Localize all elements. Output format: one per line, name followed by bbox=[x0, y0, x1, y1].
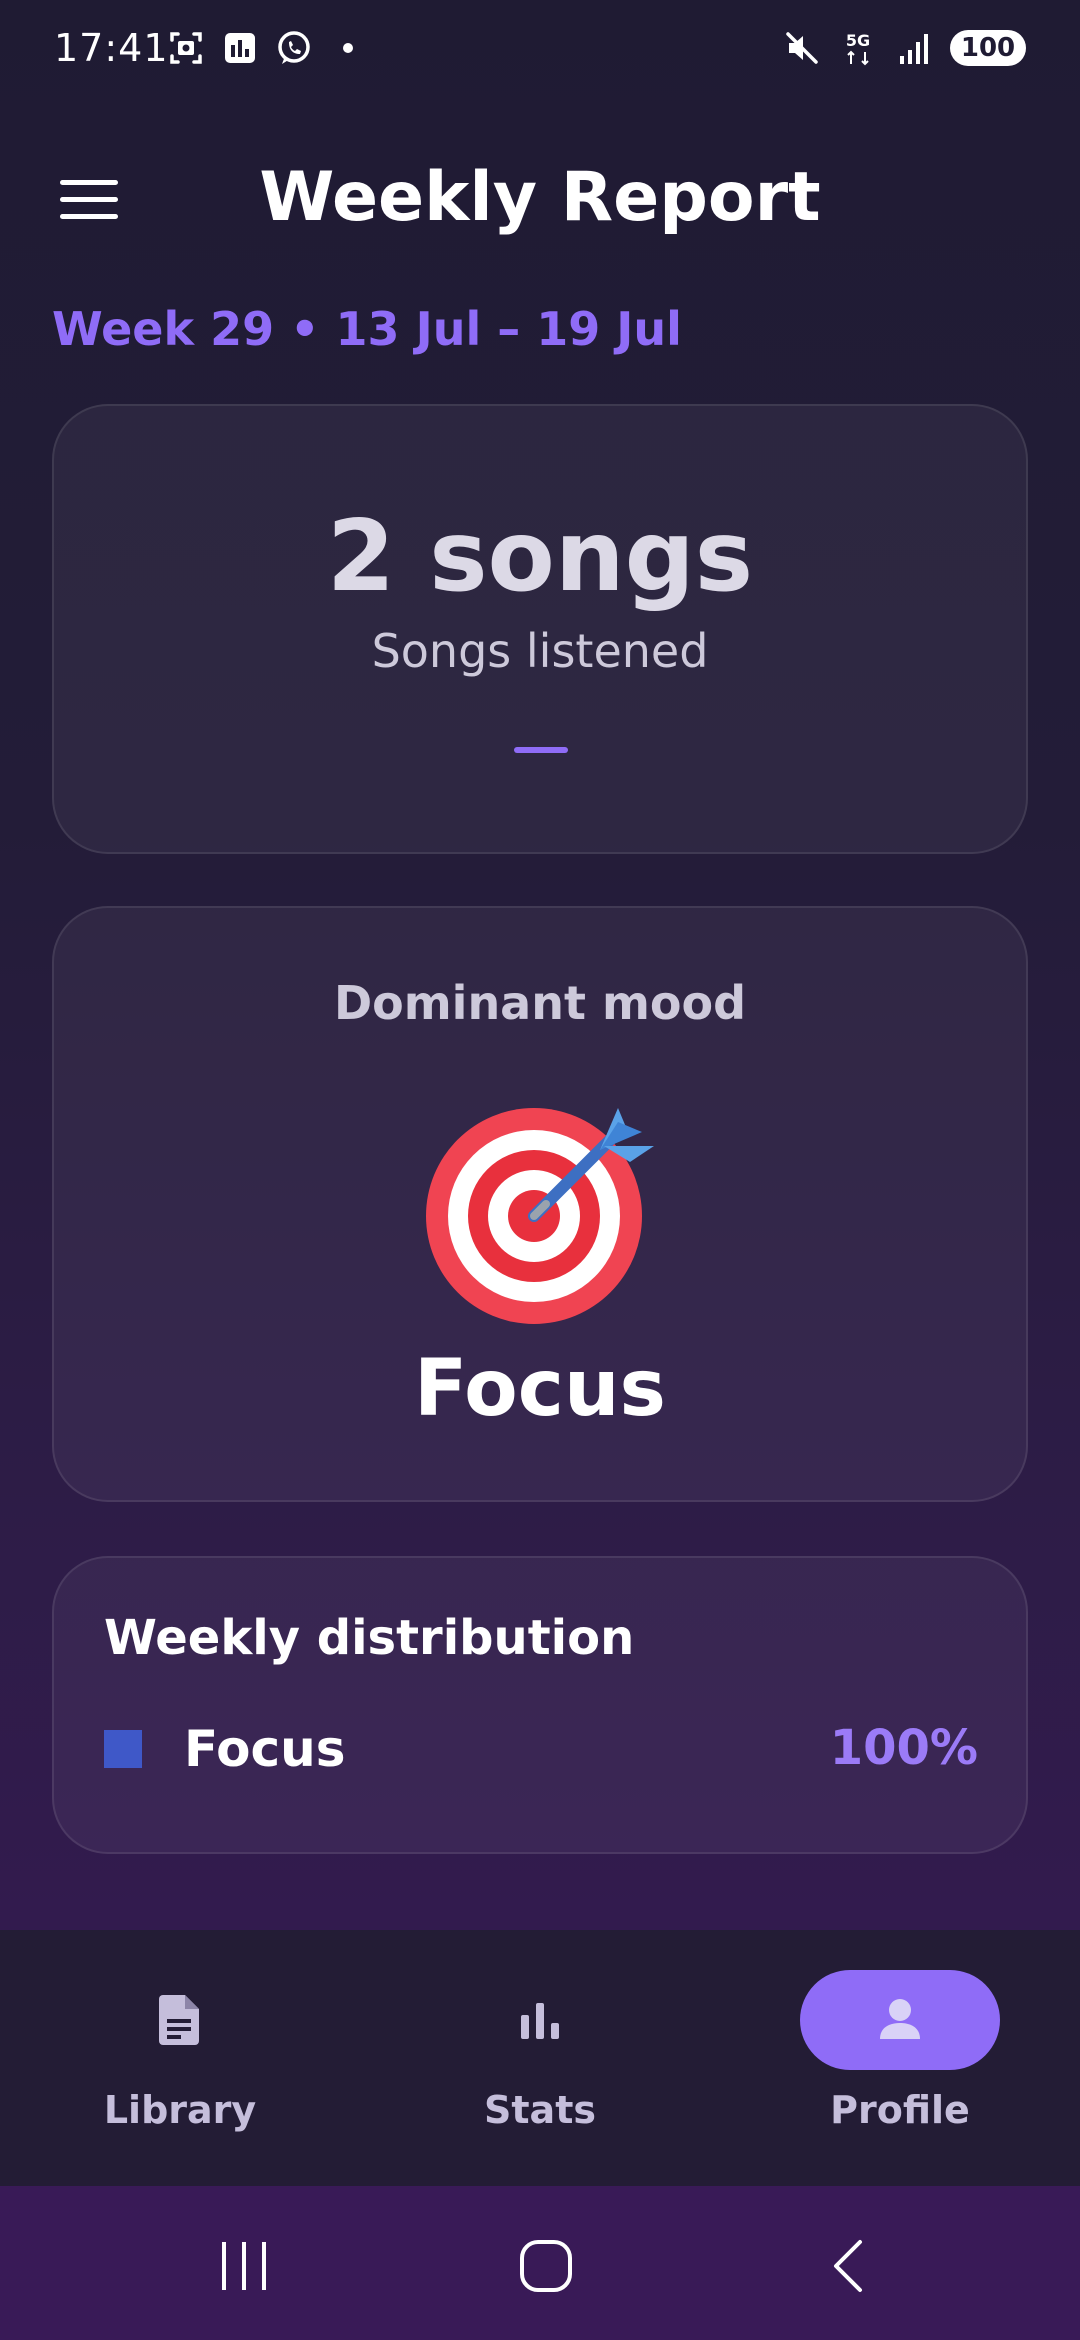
battery-icon: 100 bbox=[950, 30, 1026, 66]
songs-count: 2 songs bbox=[326, 500, 754, 614]
songs-listened-label: Songs listened bbox=[371, 624, 709, 678]
bar-chart-icon bbox=[521, 2003, 559, 2039]
page-title: Weekly Report bbox=[259, 158, 821, 237]
dominant-mood-card: Dominant mood Focus bbox=[52, 906, 1028, 1502]
status-time: 17:41 bbox=[54, 26, 169, 70]
document-icon bbox=[159, 1995, 199, 2045]
nav-label-library: Library bbox=[103, 2088, 257, 2132]
weekly-distribution-title: Weekly distribution bbox=[104, 1610, 635, 1666]
whatsapp-icon bbox=[278, 31, 310, 64]
nav-item-library[interactable]: Library bbox=[70, 1970, 290, 2160]
recent-apps-glyph bbox=[222, 2242, 266, 2290]
screenshot-icon bbox=[170, 32, 202, 64]
network-5g-icon: 5G bbox=[846, 31, 870, 66]
distribution-label: Focus bbox=[184, 1720, 346, 1778]
status-system-icons: 5G 100 bbox=[782, 28, 1026, 68]
trend-indicator bbox=[514, 747, 568, 753]
weekly-distribution-card: Weekly distribution Focus 100% bbox=[52, 1556, 1028, 1854]
home-icon[interactable] bbox=[506, 2226, 586, 2306]
nav-item-stats[interactable]: Stats bbox=[430, 1970, 650, 2160]
nav-item-profile[interactable]: Profile bbox=[790, 1970, 1010, 2160]
back-glyph bbox=[834, 2240, 862, 2292]
status-notification-icons bbox=[166, 28, 368, 68]
dominant-mood-title: Dominant mood bbox=[333, 976, 747, 1030]
network-label: 5G bbox=[846, 31, 870, 50]
back-icon[interactable] bbox=[808, 2226, 888, 2306]
system-navigation-bar bbox=[0, 2186, 1080, 2340]
week-range-label: Week 29 • 13 Jul – 19 Jul bbox=[52, 302, 682, 356]
nav-icon-container-active bbox=[800, 1970, 1000, 2070]
stats-notification-icon bbox=[225, 33, 255, 63]
home-glyph bbox=[520, 2240, 572, 2292]
focus-color-swatch bbox=[104, 1730, 142, 1768]
nav-icon-container bbox=[80, 1970, 280, 2070]
mute-icon bbox=[786, 32, 818, 64]
signal-icon bbox=[900, 34, 928, 64]
bottom-navigation: Library Stats Profile bbox=[0, 1930, 1080, 2186]
status-bar: 17:41 5G 100 bbox=[0, 0, 1080, 100]
recent-apps-icon[interactable] bbox=[204, 2226, 284, 2306]
distribution-percent: 100% bbox=[829, 1720, 978, 1776]
nav-label-stats: Stats bbox=[484, 2088, 596, 2132]
distribution-row: Focus 100% bbox=[104, 1718, 978, 1778]
person-icon bbox=[880, 1999, 920, 2039]
dart-target-icon bbox=[426, 1108, 654, 1324]
nav-icon-container bbox=[440, 1970, 640, 2070]
songs-listened-card: 2 songs Songs listened bbox=[52, 404, 1028, 854]
dot-icon bbox=[343, 43, 353, 53]
nav-label-profile: Profile bbox=[830, 2088, 970, 2132]
dominant-mood-name: Focus bbox=[414, 1344, 666, 1434]
